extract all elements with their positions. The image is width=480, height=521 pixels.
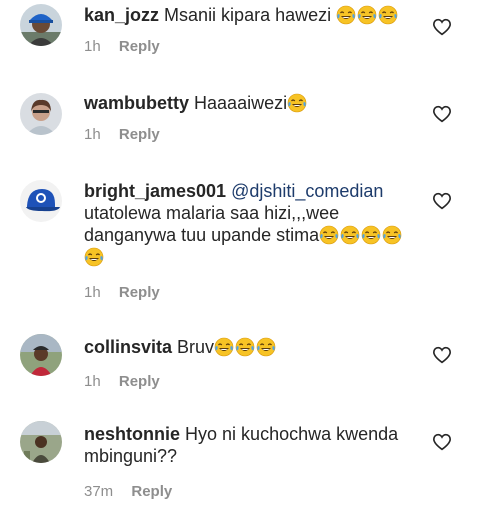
face-with-tears-of-joy-emoji	[382, 225, 402, 245]
emoji-run	[214, 337, 277, 357]
comment-text: wambubetty Haaaaiwezi	[84, 92, 414, 114]
reply-button[interactable]: Reply	[119, 38, 160, 55]
emoji-run	[336, 5, 399, 25]
heart-outline-icon[interactable]	[432, 192, 452, 210]
comment-username[interactable]: kan_jozz	[84, 5, 159, 25]
emoji-run	[287, 93, 308, 113]
comment-text: collinsvita Bruv	[84, 336, 414, 358]
emoji-run	[84, 247, 105, 267]
emoji-run	[319, 225, 403, 245]
comment-meta: 1h Reply	[84, 284, 424, 301]
face-with-tears-of-joy-emoji	[287, 93, 307, 113]
comment-message-line-2: danganywa tuu upande stima	[84, 225, 320, 245]
face-with-tears-of-joy-emoji	[256, 337, 276, 357]
avatar[interactable]	[20, 334, 62, 376]
comment-timestamp: 37m	[84, 483, 114, 500]
avatar[interactable]	[20, 421, 62, 463]
face-with-tears-of-joy-emoji	[357, 5, 377, 25]
face-with-tears-of-joy-emoji	[378, 5, 398, 25]
avatar[interactable]	[20, 4, 62, 46]
comment-username[interactable]: neshtonnie	[84, 424, 180, 444]
reply-button[interactable]: Reply	[119, 126, 160, 143]
comment-meta: 37m Reply	[84, 483, 414, 500]
comment-meta: 1h Reply	[84, 38, 414, 55]
comment-timestamp: 1h	[84, 38, 101, 55]
comment-message: Bruv	[177, 337, 215, 357]
avatar[interactable]	[20, 93, 62, 135]
comment-username[interactable]: collinsvita	[84, 337, 172, 357]
face-with-tears-of-joy-emoji	[84, 247, 104, 267]
comment-message: Haaaaiwezi	[194, 93, 288, 113]
reply-button[interactable]: Reply	[119, 284, 160, 301]
reply-button[interactable]: Reply	[119, 373, 160, 390]
comment-text: bright_james001 @djshiti_comedian utatol…	[84, 180, 424, 268]
heart-outline-icon[interactable]	[432, 18, 452, 36]
heart-outline-icon[interactable]	[432, 346, 452, 364]
comment-list: kan_jozz Msanii kipara hawezi 1h Reply w…	[0, 0, 480, 521]
heart-outline-icon[interactable]	[432, 433, 452, 451]
comment-username[interactable]: wambubetty	[84, 93, 189, 113]
comment-timestamp: 1h	[84, 373, 101, 390]
comment-text: kan_jozz Msanii kipara hawezi	[84, 4, 414, 26]
comment-timestamp: 1h	[84, 284, 101, 301]
comment-message-line-2: mbinguni??	[84, 446, 178, 466]
face-with-tears-of-joy-emoji	[361, 225, 381, 245]
face-with-tears-of-joy-emoji	[235, 337, 255, 357]
avatar[interactable]	[20, 180, 62, 222]
reply-button[interactable]: Reply	[131, 483, 172, 500]
heart-outline-icon[interactable]	[432, 105, 452, 123]
comment-message-line-1: Hyo ni kuchochwa kwenda	[185, 424, 399, 444]
face-with-tears-of-joy-emoji	[319, 225, 339, 245]
face-with-tears-of-joy-emoji	[214, 337, 234, 357]
face-with-tears-of-joy-emoji	[336, 5, 356, 25]
face-with-tears-of-joy-emoji	[340, 225, 360, 245]
comment-message: Msanii kipara hawezi	[164, 5, 332, 25]
comment-meta: 1h Reply	[84, 126, 414, 143]
comment-timestamp: 1h	[84, 126, 101, 143]
comment-meta: 1h Reply	[84, 373, 414, 390]
mention-link[interactable]: @djshiti_comedian	[231, 181, 383, 201]
comment-message-line-1: utatolewa malaria saa hizi,,,wee	[84, 203, 340, 223]
comment-text: neshtonnie Hyo ni kuchochwa kwenda mbing…	[84, 423, 414, 467]
comment-username[interactable]: bright_james001	[84, 181, 226, 201]
